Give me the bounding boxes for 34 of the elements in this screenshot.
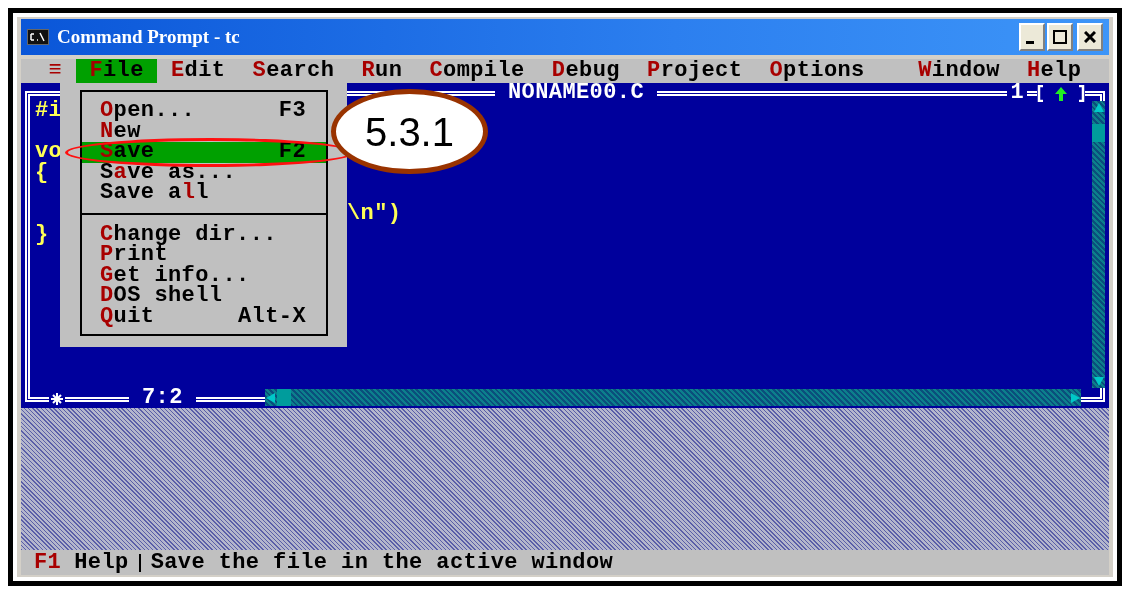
menu-option[interactable]: New bbox=[82, 121, 326, 143]
menu-item[interactable]: Help bbox=[1013, 59, 1095, 83]
help-label: Help bbox=[74, 550, 129, 575]
menu-option[interactable]: Print bbox=[82, 245, 326, 266]
menu-item[interactable]: Edit bbox=[157, 59, 239, 83]
menu-item[interactable]: File bbox=[75, 59, 158, 83]
shortcut-key: Alt-X bbox=[238, 306, 306, 328]
menu-option[interactable]: Change dir... bbox=[82, 224, 326, 246]
menu-item[interactable]: Debug bbox=[538, 59, 634, 83]
code-text: #i bbox=[35, 98, 63, 123]
window-title: Command Prompt - tc bbox=[57, 24, 240, 49]
menu-option-label: Save all bbox=[100, 183, 209, 204]
menu-option-label: New bbox=[100, 121, 141, 143]
shortcut-key: F3 bbox=[278, 101, 306, 122]
menu-item[interactable]: Project bbox=[633, 59, 756, 83]
menu-option-label: Quit bbox=[100, 306, 155, 328]
code-text: \n") bbox=[347, 200, 402, 226]
menu-option-label: Print bbox=[100, 245, 169, 266]
menu-option[interactable]: Open... F3 bbox=[82, 101, 326, 122]
menu-option-label: Open... bbox=[100, 101, 196, 122]
menu-item[interactable]: ≡ bbox=[35, 59, 76, 83]
menu-option-label: DOS shell bbox=[100, 286, 223, 307]
code-text: } bbox=[35, 221, 49, 247]
menu-item[interactable]: Options bbox=[755, 59, 879, 83]
menu-option[interactable]: Quit Alt-X bbox=[82, 306, 326, 328]
menu-option[interactable]: Save all bbox=[82, 183, 326, 204]
status-hint: Save the file in the active window bbox=[150, 550, 614, 575]
help-key: F1 bbox=[34, 550, 62, 575]
menu-option-label: Change dir... bbox=[100, 224, 277, 246]
menu-item[interactable]: Run bbox=[347, 59, 416, 83]
menu-item[interactable]: Window bbox=[904, 59, 1014, 83]
menu-option[interactable]: DOS shell bbox=[82, 286, 326, 307]
menu-item[interactable]: Search bbox=[239, 59, 348, 83]
menu-item[interactable]: Compile bbox=[415, 59, 539, 83]
